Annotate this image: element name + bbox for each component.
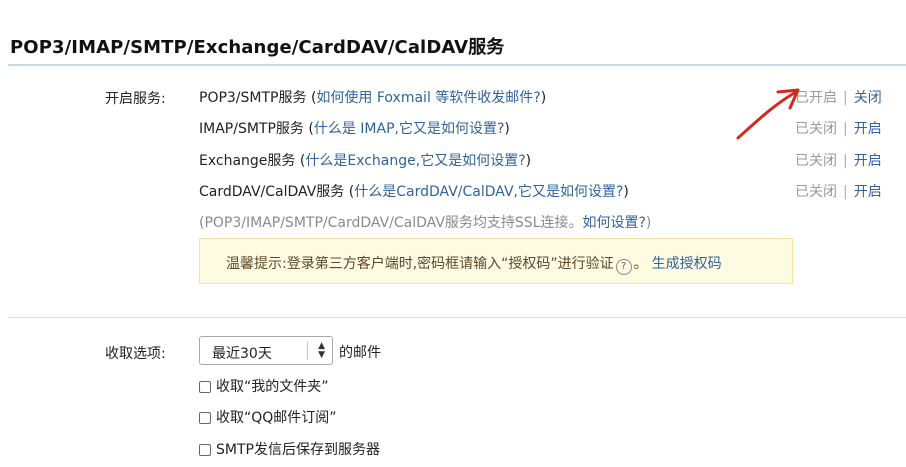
checkbox-row[interactable]: 收取“我的文件夹”	[199, 376, 329, 396]
services-label: 开启服务:	[105, 91, 166, 107]
section-divider	[8, 64, 906, 66]
service-help-link[interactable]: 什么是 IMAP,它又是如何设置?	[314, 121, 505, 137]
service-toggle-button[interactable]: 开启	[854, 121, 882, 137]
tip-text: 温馨提示:登录第三方客户端时,密码框请输入“授权码”进行验证	[226, 256, 614, 272]
service-status-carddav: 已关闭 | 开启	[795, 184, 882, 200]
checkbox-row[interactable]: 收取“QQ邮件订阅”	[199, 407, 337, 427]
service-toggle-button[interactable]: 开启	[854, 153, 882, 169]
checkbox-label: 收取“QQ邮件订阅”	[216, 410, 337, 426]
checkbox-label: SMTP发信后保存到服务器	[216, 442, 380, 458]
tip-text-line: 温馨提示:登录第三方客户端时,密码框请输入“授权码”进行验证?。生成授权码	[226, 253, 722, 275]
fetch-range-value: 最近30天	[212, 346, 272, 362]
service-name: IMAP/SMTP服务	[199, 121, 304, 137]
service-row-carddav: CardDAV/CalDAV服务 (什么是CardDAV/CalDAV,它又是如…	[199, 184, 629, 200]
select-arrows-icon: ▲ ▼	[318, 341, 325, 360]
service-name: Exchange服务	[199, 153, 296, 169]
fetch-range-select[interactable]: 最近30天 ▲ ▼	[199, 336, 333, 365]
checkbox-row[interactable]: SMTP发信后保存到服务器	[199, 439, 380, 459]
ssl-note: (POP3/IMAP/SMTP/CardDAV/CalDAV服务均支持SSL连接…	[199, 215, 652, 231]
help-icon[interactable]: ?	[615, 259, 632, 275]
checkbox-label: 收取“我的文件夹”	[216, 379, 329, 395]
checkbox[interactable]	[199, 381, 211, 393]
service-help-link[interactable]: 如何使用 Foxmail 等软件收发邮件?	[316, 90, 540, 106]
fetch-label: 收取选项:	[105, 346, 166, 362]
section-title: POP3/IMAP/SMTP/Exchange/CardDAV/CalDAV服务	[10, 37, 505, 58]
ssl-help-link[interactable]: 如何设置?	[582, 215, 645, 231]
checkbox[interactable]	[199, 444, 211, 456]
generate-auth-code-link[interactable]: 生成授权码	[652, 256, 722, 272]
service-toggle-button[interactable]: 关闭	[854, 90, 882, 106]
service-state: 已关闭	[795, 153, 837, 169]
service-name: CardDAV/CalDAV服务	[199, 184, 345, 200]
service-toggle-button[interactable]: 开启	[854, 184, 882, 200]
service-status-exchange: 已关闭 | 开启	[795, 153, 882, 169]
service-name: POP3/SMTP服务	[199, 90, 307, 106]
service-row-exchange: Exchange服务 (什么是Exchange,它又是如何设置?)	[199, 153, 532, 169]
annotation-arrow-icon	[736, 88, 800, 140]
service-help-link[interactable]: 什么是Exchange,它又是如何设置?	[305, 153, 525, 169]
service-row-imap: IMAP/SMTP服务 (什么是 IMAP,它又是如何设置?)	[199, 121, 510, 137]
service-help-link[interactable]: 什么是CardDAV/CalDAV,它又是如何设置?	[354, 184, 623, 200]
tip-box: 温馨提示:登录第三方客户端时,密码框请输入“授权码”进行验证?。生成授权码	[199, 238, 793, 284]
checkbox[interactable]	[199, 412, 211, 424]
service-row-pop3: POP3/SMTP服务 (如何使用 Foxmail 等软件收发邮件?)	[199, 90, 547, 106]
fetch-suffix: 的邮件	[339, 345, 381, 361]
service-state: 已关闭	[795, 184, 837, 200]
section-separator	[8, 317, 906, 318]
